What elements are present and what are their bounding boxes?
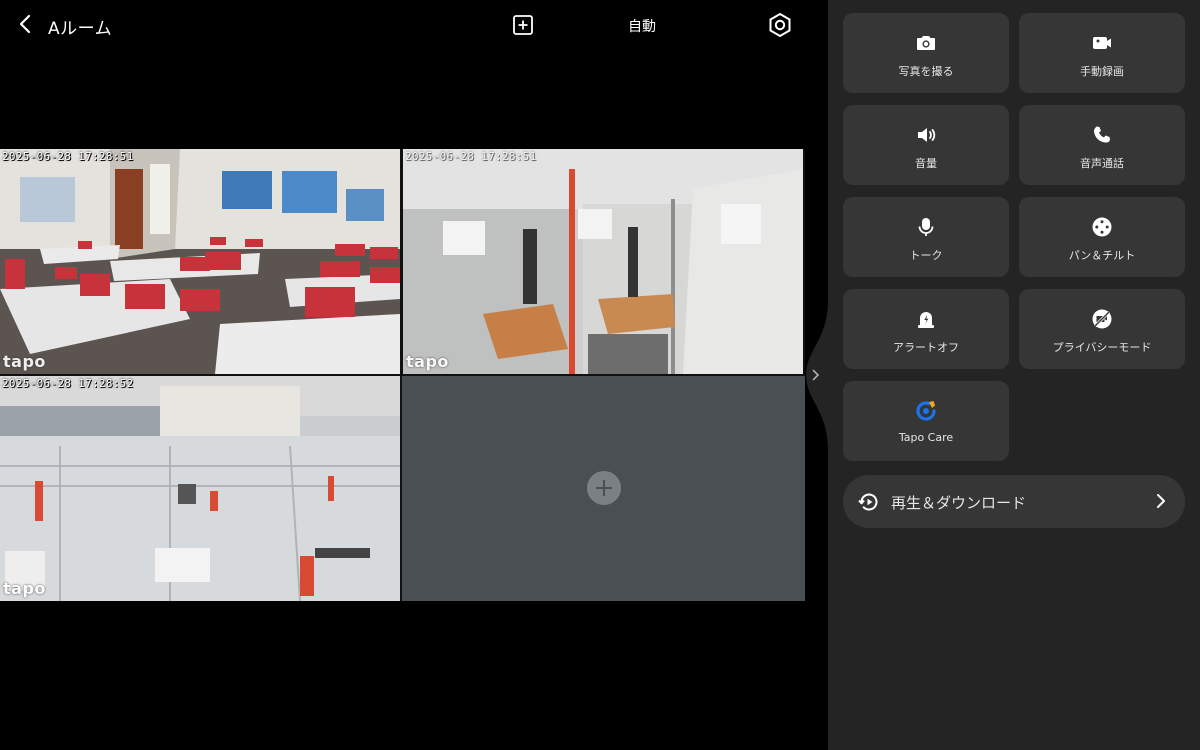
camera-timestamp: 2025-06-28 17:28:52	[2, 377, 134, 390]
privacy-mode-button[interactable]: プライバシーモード	[1019, 289, 1185, 369]
camera-timestamp: 2025-06-28 17:28:51	[2, 150, 134, 163]
chevron-right-icon	[1157, 494, 1165, 508]
playback-label: 再生＆ダウンロード	[891, 494, 1027, 512]
tile-label: パン＆チルト	[1068, 249, 1136, 262]
stream-mode-button[interactable]: 自動	[628, 16, 656, 36]
panel-collapse-handle[interactable]	[804, 300, 828, 450]
tile-label: 写真を撮る	[898, 65, 954, 78]
voice-call-button[interactable]: 音声通話	[1019, 105, 1185, 185]
phone-icon	[1094, 126, 1110, 143]
tile-label: 音声通話	[1080, 157, 1124, 170]
volume-icon	[918, 128, 936, 142]
video-record-icon	[1093, 37, 1111, 49]
manual-record-button[interactable]: 手動録画	[1019, 13, 1185, 93]
camera-timestamp: 2025-06-28 17:28:51	[405, 150, 537, 163]
empty-camera-slot	[402, 376, 805, 601]
add-camera-button[interactable]	[587, 471, 621, 505]
tapo-watermark: tapo	[3, 352, 46, 371]
volume-button[interactable]: 音量	[843, 105, 1009, 185]
tapo-watermark: tapo	[3, 579, 46, 598]
camera-icon	[917, 36, 935, 50]
talk-button[interactable]: トーク	[843, 197, 1009, 277]
playback-download-button[interactable]: 再生＆ダウンロード	[843, 475, 1185, 528]
tile-label: 手動録画	[1080, 65, 1124, 78]
camera-image	[403, 149, 803, 374]
tapo-care-button[interactable]: Tapo Care	[843, 381, 1009, 461]
tile-label: Tapo Care	[898, 431, 954, 444]
playback-icon	[858, 493, 878, 511]
take-photo-button[interactable]: 写真を撮る	[843, 13, 1009, 93]
tile-label: トーク	[909, 249, 943, 262]
tapo-care-icon	[916, 401, 936, 421]
camera-grid: 2025-06-28 17:28:51 tapo 2025-06-28 17:2…	[0, 149, 805, 601]
back-arrow-icon[interactable]	[12, 10, 40, 38]
pan-tilt-button[interactable]: パン＆チルト	[1019, 197, 1185, 277]
page-title: Aルーム	[48, 19, 113, 39]
add-view-icon[interactable]	[511, 13, 535, 37]
camera-image	[0, 149, 400, 374]
microphone-icon	[918, 218, 934, 236]
tapo-watermark: tapo	[406, 352, 449, 371]
pan-tilt-icon	[1092, 217, 1112, 237]
settings-icon[interactable]	[766, 11, 794, 39]
privacy-mode-icon	[1092, 309, 1112, 329]
camera-feed-1[interactable]: 2025-06-28 17:28:51 tapo	[0, 149, 400, 374]
camera-image	[0, 376, 400, 601]
alarm-icon	[918, 312, 934, 328]
camera-feed-3[interactable]: 2025-06-28 17:28:52 tapo	[0, 376, 400, 601]
tile-label: 音量	[915, 157, 937, 170]
camera-feed-2[interactable]: 2025-06-28 17:28:51 tapo	[403, 149, 803, 374]
tile-label: プライバシーモード	[1052, 341, 1152, 354]
tile-label: アラートオフ	[893, 341, 959, 354]
top-bar: Aルーム 自動	[0, 0, 828, 50]
alert-off-button[interactable]: アラートオフ	[843, 289, 1009, 369]
